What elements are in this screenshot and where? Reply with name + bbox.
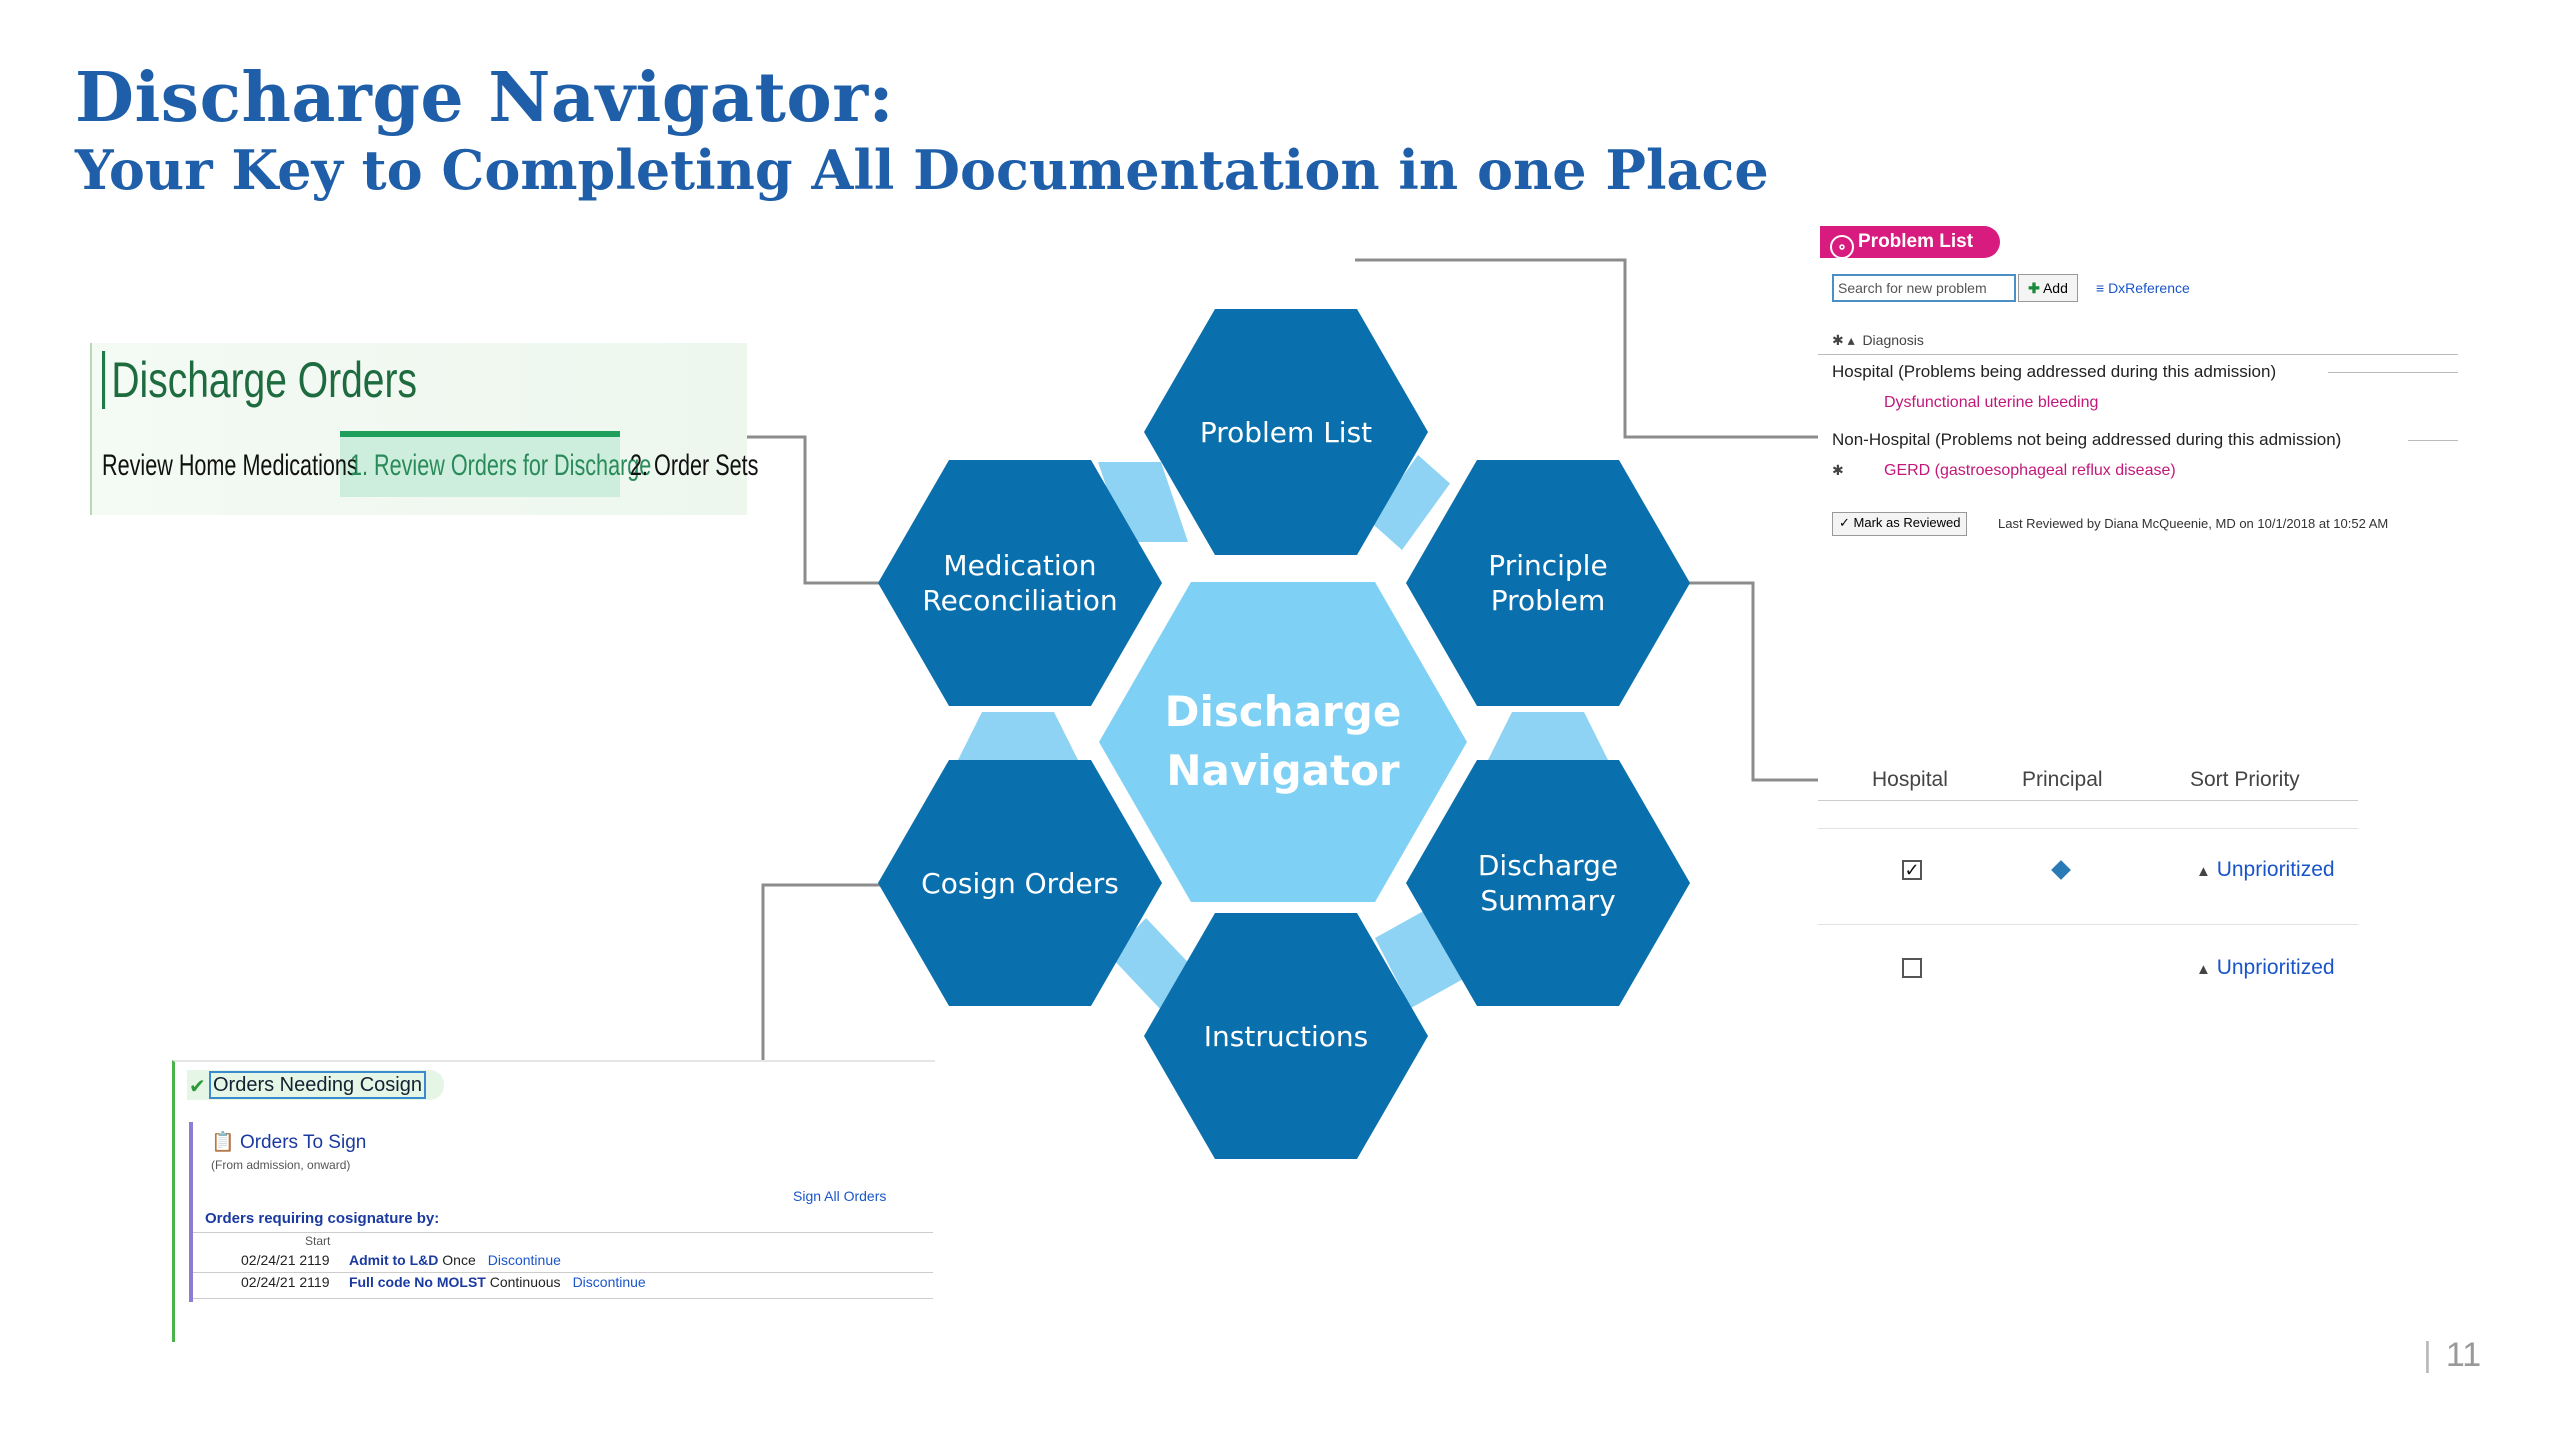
connector-principle [1688,581,1818,782]
page-number: | 11 [2423,1336,2482,1374]
reference-icon: ≡ [2096,280,2105,296]
connector-medication [745,435,880,585]
hex-label: Cosign Orders [921,866,1119,900]
hex-label: Discharge Summary [1477,849,1619,917]
mark-as-reviewed-button[interactable]: ✓ Mark as Reviewed [1832,512,1968,536]
divider [1818,828,2358,829]
tab-review-orders-for-discharge[interactable]: 1. Review Orders for Discharge [340,431,651,497]
hex-center-label: Discharge Navigator [1164,687,1402,795]
sort-priority-link[interactable]: ▲ Unprioritized [2196,956,2335,980]
discharge-orders-title: Discharge Orders [102,351,417,409]
problem-item[interactable]: Dysfunctional uterine bleeding [1884,394,2098,412]
discontinue-link[interactable]: Discontinue [488,1252,561,1268]
divider [193,1232,933,1233]
cosign-tab[interactable]: ✔ Orders Needing Cosign [187,1070,444,1100]
add-problem-button[interactable]: ✚ Add [2018,274,2078,302]
tab-order-sets[interactable]: 2. Order Sets [620,431,758,497]
pin-icon: ✱ ▴ [1832,332,1855,348]
diagnosis-header[interactable]: ✱ ▴ Diagnosis [1832,332,1924,349]
hex-label: Principle Problem [1488,549,1608,617]
hex-principle-problem[interactable]: Principle Problem [1406,460,1690,706]
caret-up-icon: ▲ [2196,863,2211,880]
orders-to-sign-title: 📋 Orders To Sign [211,1132,367,1153]
problem-search-input[interactable]: Search for new problem [1832,274,2016,302]
column-header-hospital: Hospital [1872,768,1948,791]
hospital-section-header: Hospital (Problems being addressed durin… [1832,362,2277,381]
problem-list-icon: ⚬ [1830,235,1854,259]
divider [1818,924,2358,925]
divider [193,1272,933,1273]
last-reviewed-text: Last Reviewed by Diana McQueenie, MD on … [1998,516,2389,531]
cosign-check-icon: ✔ [189,1076,206,1098]
hex-cosign-orders[interactable]: Cosign Orders [878,760,1162,1006]
orders-to-sign-subtitle: (From admission, onward) [211,1158,351,1172]
priority-table: Hospital Principal Sort Priority ✓ ▲ Unp… [1818,760,2358,1000]
problem-list-panel: ⚬ Problem List Search for new problem ✚ A… [1818,222,2458,536]
problem-item[interactable]: GERD (gastroesophageal reflux disease) [1884,462,2176,480]
checkmark-icon: ✓ [1839,515,1850,530]
clipboard-icon: 📋 [211,1132,235,1153]
connector-cosign [761,883,880,1060]
plus-icon: ✚ [2028,280,2040,296]
orders-requiring-cosignature: Orders requiring cosignature by: [205,1210,440,1227]
dx-reference-link[interactable]: ≡ DxReference [2096,280,2190,296]
cosign-tab-label: Orders Needing Cosign [209,1071,426,1099]
pin-icon: ✱ [1832,462,1844,478]
divider [1818,354,2458,355]
start-column-header: Start [305,1234,331,1248]
divider [1818,800,2358,801]
hospital-checkbox[interactable] [1902,958,1922,978]
slide-subtitle: Your Key to Completing All Documentation… [75,138,1769,202]
discontinue-link[interactable]: Discontinue [573,1274,646,1290]
caret-up-icon: ▲ [2196,961,2211,978]
divider [193,1298,933,1299]
connector-problem-list [1355,258,1818,439]
non-hospital-section-header: Non-Hospital (Problems not being address… [1832,430,2342,449]
orders-needing-cosign-panel: ✔ Orders Needing Cosign 📋 Orders To Sign… [172,1060,935,1342]
order-row[interactable]: 02/24/21 2119 Admit to L&D Once Discontin… [241,1252,561,1268]
column-header-principal: Principal [2022,768,2103,791]
discharge-orders-panel: Discharge Orders Review Home Medications… [90,343,758,515]
sort-priority-link[interactable]: ▲ Unprioritized [2196,858,2335,882]
tab-review-home-medications[interactable]: Review Home Medications [92,431,358,497]
hospital-checkbox[interactable]: ✓ [1902,860,1922,880]
principal-diamond-icon[interactable] [2051,860,2071,880]
slide-title: Discharge Navigator: [75,58,895,138]
sign-all-orders-link[interactable]: Sign All Orders [793,1188,886,1204]
hex-discharge-navigator[interactable]: Discharge Navigator [1099,582,1467,902]
discharge-orders-tabs: Review Home Medications 1. Review Orders… [92,431,758,497]
hex-label: Instructions [1203,1019,1369,1053]
hex-gap-filler [1488,712,1608,760]
hex-gap-filler [958,712,1078,760]
problem-list-tab[interactable]: ⚬ Problem List [1820,226,2000,259]
divider [2328,372,2458,373]
column-header-sort-priority: Sort Priority [2190,768,2300,791]
divider [2408,440,2458,441]
order-row[interactable]: 02/24/21 2119 Full code No MOLST Continu… [241,1274,646,1290]
hex-label: Problem List [1199,415,1373,449]
orders-to-sign-section: 📋 Orders To Sign (From admission, onward… [189,1122,933,1302]
hex-label: Medication Reconciliation [922,549,1118,617]
